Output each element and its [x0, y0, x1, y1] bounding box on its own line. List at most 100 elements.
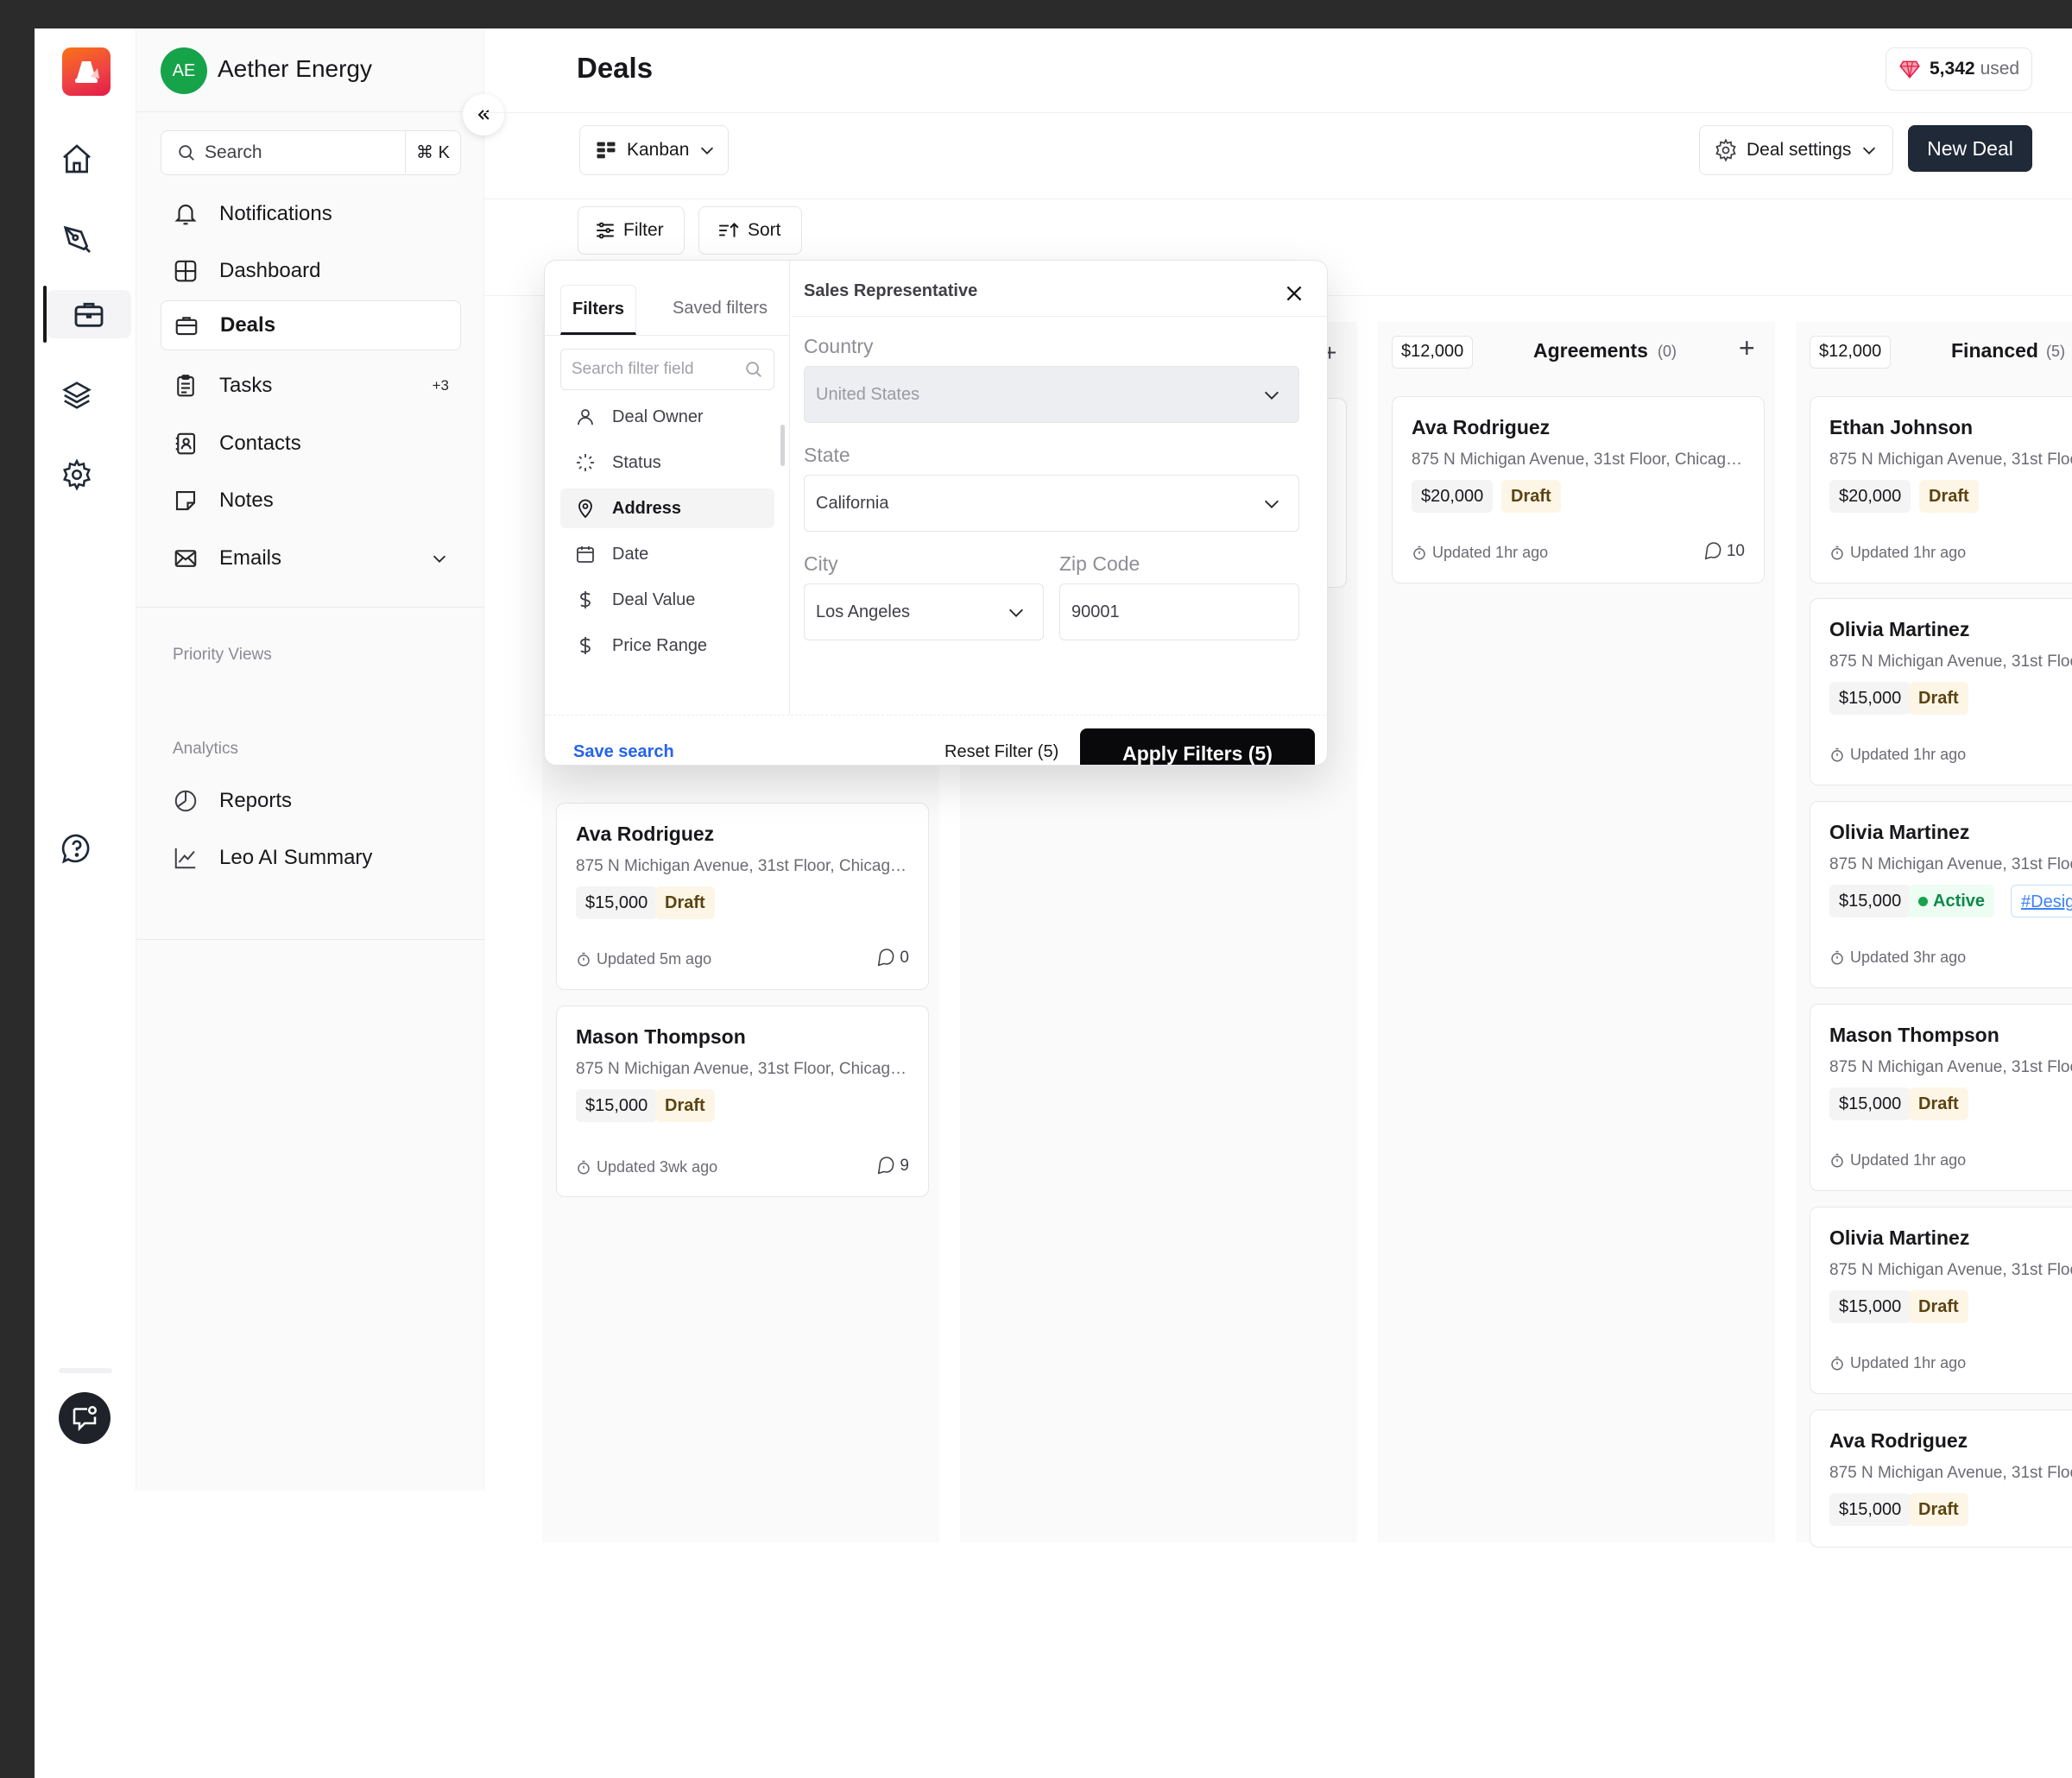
card-comments[interactable]: 9	[876, 1157, 909, 1176]
card-updated: Updated 3hr ago	[1829, 949, 1966, 967]
filter-field-search-input[interactable]: Search filter field	[560, 349, 774, 390]
deal-card[interactable]: Ava Rodriguez 875 N Michigan Avenue, 31s…	[1392, 396, 1765, 583]
chevron-down-icon	[1863, 147, 1876, 154]
filter-field-deal-owner[interactable]: Deal Owner	[560, 397, 774, 437]
workspace-avatar[interactable]: AE	[161, 47, 207, 94]
gear-icon[interactable]	[53, 451, 101, 499]
chevron-down-icon	[1265, 500, 1279, 508]
city-select[interactable]: Los Angeles	[804, 583, 1044, 640]
deal-card[interactable]: Ava Rodriguez 875 N Michigan Avenue, 31s…	[1810, 1409, 2072, 1548]
new-deal-button[interactable]: New Deal	[1908, 125, 2032, 172]
view-switcher[interactable]: Kanban	[579, 125, 729, 175]
card-updated-text: Updated 5m ago	[597, 950, 712, 968]
card-address: 875 N Michigan Avenue, 31st Floor, Chica…	[1829, 855, 2072, 873]
kanban-icon	[597, 142, 616, 159]
status-badge: Draft	[1909, 682, 1968, 715]
card-amount: $15,000	[576, 1089, 658, 1122]
sidebar-item-label: Leo AI Summary	[219, 846, 373, 869]
card-comments[interactable]: 10	[1703, 542, 1745, 561]
sidebar-item-notes[interactable]: Notes	[161, 476, 497, 526]
deal-settings-button[interactable]: Deal settings	[1699, 125, 1893, 175]
deal-card[interactable]: Olivia Martinez 875 N Michigan Avenue, 3…	[1810, 801, 2072, 988]
add-card-icon[interactable]: +	[1739, 332, 1755, 364]
card-amount: $20,000	[1412, 480, 1494, 513]
card-name: Olivia Martinez	[1829, 1226, 1970, 1249]
tab-filters[interactable]: Filters	[560, 285, 636, 335]
app-logo[interactable]	[62, 47, 111, 96]
sidebar-item-leo-ai-summary[interactable]: Leo AI Summary	[161, 833, 497, 883]
sidebar-item-label: Emails	[219, 546, 282, 570]
sort-button[interactable]: Sort	[698, 206, 802, 255]
save-search-link[interactable]: Save search	[573, 742, 674, 762]
status-badge: Draft	[655, 886, 715, 919]
deal-card[interactable]: Mason Thompson 875 N Michigan Avenue, 31…	[556, 1006, 929, 1197]
country-label: Country	[804, 335, 874, 357]
city-value: Los Angeles	[816, 602, 910, 621]
card-updated: Updated 1hr ago	[1829, 1151, 1966, 1170]
card-updated: Updated 1hr ago	[1829, 544, 1966, 562]
card-tag[interactable]: #Design	[2011, 885, 2072, 917]
column-amount: $12,000	[1810, 336, 1892, 369]
filter-button[interactable]: Filter	[578, 206, 685, 255]
search-box[interactable]: Search ⌘ K	[161, 130, 461, 175]
sidebar-item-dashboard[interactable]: Dashboard	[161, 246, 497, 296]
card-updated: Updated 5m ago	[576, 950, 711, 968]
sidebar-item-label: Tasks	[219, 374, 273, 397]
page-header: Deals 5,342 used	[484, 28, 2072, 113]
filter-field-status[interactable]: Status	[560, 443, 774, 482]
briefcase-icon[interactable]	[47, 290, 131, 338]
column-title: Agreements	[1533, 339, 1648, 362]
search-placeholder: Search	[205, 142, 262, 162]
column-header: $12,000 Agreements (0) +	[1378, 322, 1775, 379]
filter-field-label: Price Range	[612, 635, 708, 655]
tab-saved-filters[interactable]: Saved filters	[673, 299, 768, 318]
sidebar-item-contacts[interactable]: Contacts	[161, 419, 497, 469]
filter-field-deal-value[interactable]: Deal Value	[560, 580, 774, 620]
calendar-icon	[572, 544, 598, 564]
status-badge: Draft	[1919, 480, 1979, 513]
support-chat-button[interactable]	[59, 1392, 111, 1444]
apply-filters-button[interactable]: Apply Filters (5)	[1080, 728, 1315, 765]
usage-badge[interactable]: 5,342 used	[1886, 47, 2032, 91]
gear-icon	[1715, 138, 1736, 162]
workspace-name[interactable]: Aether Energy	[218, 55, 372, 83]
filter-field-address[interactable]: Address	[560, 489, 774, 528]
workspace-initials: AE	[172, 60, 196, 80]
column-count: (5)	[2046, 343, 2065, 360]
deal-card[interactable]: Olivia Martinez 875 N Michigan Avenue, 3…	[1810, 598, 2072, 785]
filter-field-date[interactable]: Date	[560, 534, 774, 574]
sidebar-item-deals[interactable]: Deals	[161, 300, 461, 350]
home-icon[interactable]	[53, 135, 101, 183]
sidebar-item-notifications[interactable]: Notifications	[161, 189, 497, 239]
pie-chart-icon	[171, 786, 200, 816]
deal-card[interactable]: Mason Thompson 875 N Michigan Avenue, 31…	[1810, 1004, 2072, 1191]
card-comments[interactable]: 0	[876, 949, 909, 968]
card-updated: Updated 1hr ago	[1829, 746, 1966, 764]
pen-tool-icon[interactable]	[53, 215, 101, 263]
sidebar-item-reports[interactable]: Reports	[161, 776, 497, 826]
reset-filter-button[interactable]: Reset Filter (5)	[944, 742, 1058, 762]
deal-card[interactable]: Ethan Johnson 875 N Michigan Avenue, 31s…	[1810, 396, 2072, 583]
card-amount: $15,000	[1829, 1088, 1911, 1120]
status-badge: Draft	[1909, 1493, 1968, 1526]
usage-suffix: used	[1980, 59, 2020, 79]
card-address: 875 N Michigan Avenue, 31st Floor, Chica…	[1829, 1058, 2072, 1076]
filter-field-price-range[interactable]: Price Range	[560, 626, 774, 665]
help-chat-icon[interactable]	[53, 824, 101, 873]
country-select[interactable]: United States	[804, 366, 1299, 423]
chevron-down-icon[interactable]	[430, 549, 449, 568]
comment-icon	[878, 949, 894, 967]
fields-scrollbar[interactable]	[780, 425, 785, 466]
zip-code-label: Zip Code	[1059, 552, 1140, 575]
deal-card[interactable]: Olivia Martinez 875 N Michigan Avenue, 3…	[1810, 1207, 2072, 1394]
zip-code-input[interactable]: 90001	[1059, 583, 1299, 640]
state-select[interactable]: California	[804, 475, 1299, 532]
sidebar-item-tasks[interactable]: Tasks +3	[161, 361, 461, 411]
sidebar-item-label: Notes	[219, 489, 274, 512]
card-updated-text: Updated 3hr ago	[1850, 949, 1967, 966]
layers-icon[interactable]	[53, 371, 101, 419]
deal-card[interactable]: Ava Rodriguez 875 N Michigan Avenue, 31s…	[556, 803, 929, 990]
close-filter-button[interactable]	[1279, 278, 1310, 309]
sidebar-item-emails[interactable]: Emails	[161, 533, 461, 583]
card-name: Mason Thompson	[1829, 1024, 1999, 1046]
